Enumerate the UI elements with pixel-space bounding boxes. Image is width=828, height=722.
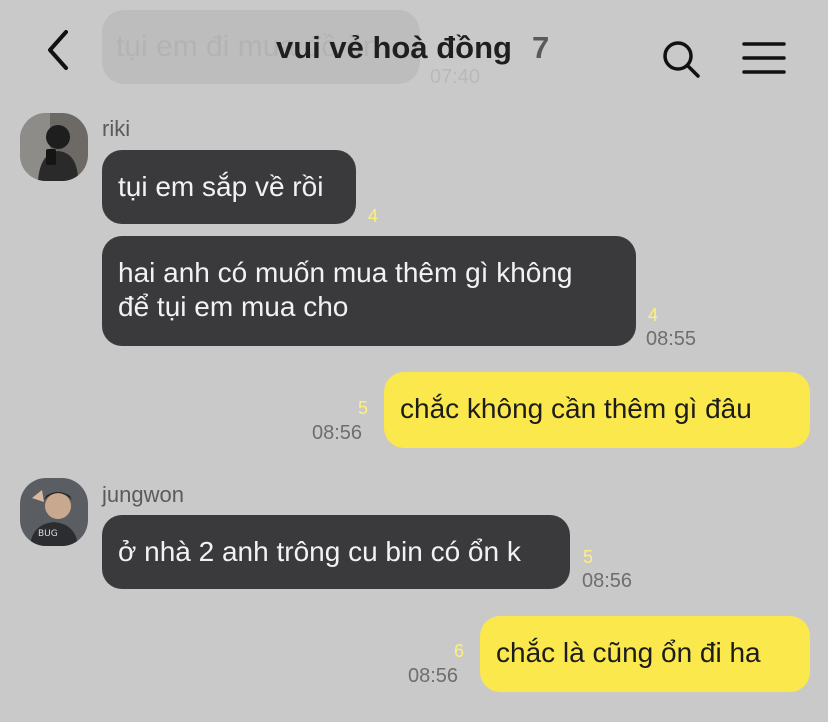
unread-count: 4 <box>648 305 659 325</box>
sender-name-jungwon: jungwon <box>102 482 184 507</box>
message-text-line: hai anh có muốn mua thêm gì không <box>118 257 573 288</box>
message-text: ở nhà 2 anh trông cu bin có ổn k <box>118 536 521 567</box>
unread-count: 4 <box>368 206 379 226</box>
message-text: tụi em sắp về rồi <box>118 171 324 202</box>
member-count: 7 <box>532 30 550 65</box>
message-time: 08:55 <box>646 328 697 350</box>
message-time: 08:56 <box>582 570 633 592</box>
message-time: 08:56 <box>312 422 363 444</box>
message-time: 08:56 <box>408 665 459 687</box>
svg-text:BUG: BUG <box>38 529 58 539</box>
avatar-riki[interactable] <box>20 113 88 181</box>
search-icon[interactable] <box>658 36 704 82</box>
previous-message-time: 07:40 <box>430 66 481 88</box>
my-message-bubble[interactable]: chắc không cần thêm gì đâu <box>384 372 810 448</box>
chevron-left-icon[interactable] <box>38 28 82 72</box>
message-bubble[interactable]: ở nhà 2 anh trông cu bin có ổn k <box>102 515 570 589</box>
message-bubble[interactable]: hai anh có muốn mua thêm gì không để tụi… <box>102 236 636 346</box>
hamburger-menu-icon[interactable] <box>740 38 788 78</box>
message-bubble[interactable]: tụi em sắp về rồi <box>102 150 356 224</box>
message-text: chắc không cần thêm gì đâu <box>400 393 752 424</box>
my-message-bubble[interactable]: chắc là cũng ổn đi ha <box>480 616 810 692</box>
message-text-line: để tụi em mua cho <box>118 291 349 322</box>
avatar-jungwon[interactable]: BUG <box>20 478 88 546</box>
message-text: chắc là cũng ổn đi ha <box>496 637 761 668</box>
unread-count: 6 <box>454 641 465 661</box>
unread-count: 5 <box>583 547 594 567</box>
chat-title: vui vẻ hoà đồng <box>276 30 512 65</box>
sender-name-riki: riki <box>102 116 131 141</box>
unread-count: 5 <box>358 398 369 418</box>
